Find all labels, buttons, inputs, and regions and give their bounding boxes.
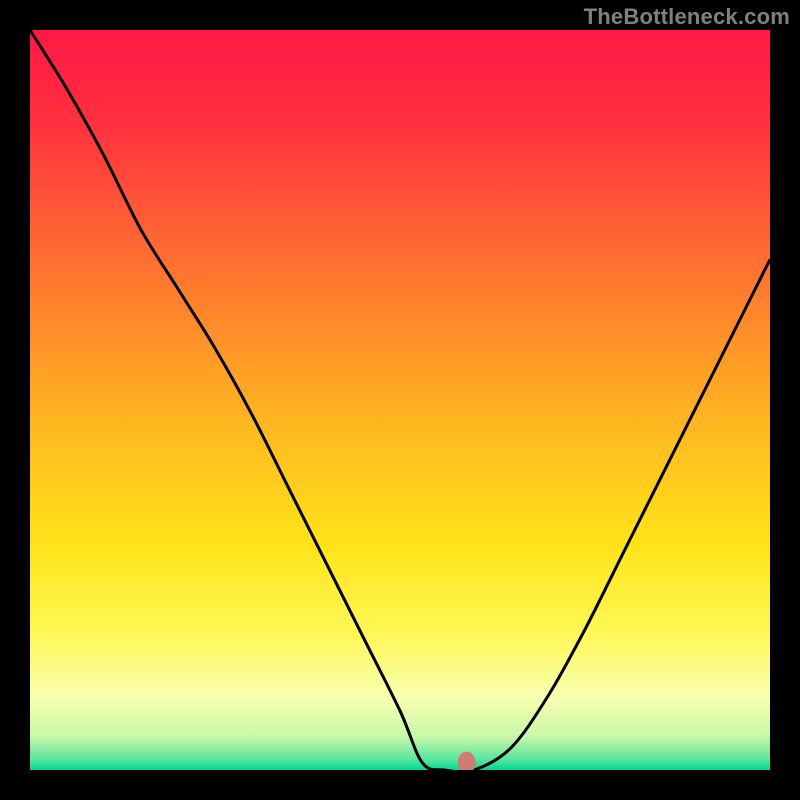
chart-frame: TheBottleneck.com	[0, 0, 800, 800]
chart-svg	[30, 30, 770, 770]
watermark-text: TheBottleneck.com	[584, 4, 790, 30]
plot-area	[30, 30, 770, 770]
gradient-background	[30, 30, 770, 770]
